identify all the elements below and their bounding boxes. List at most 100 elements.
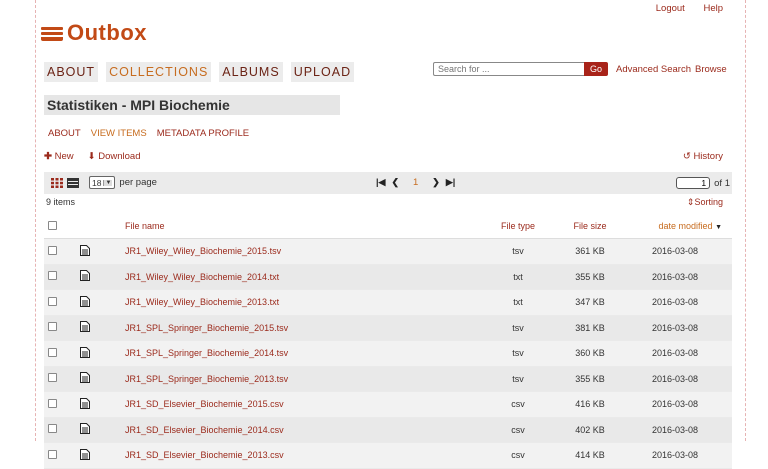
file-type-cell: txt bbox=[482, 289, 554, 316]
file-icon-cell bbox=[79, 366, 124, 392]
table-row[interactable]: JR1_SD_Elsevier_Biochemie_2013.csv csv 414… bbox=[44, 442, 732, 469]
file-size-cell: 416 KB bbox=[554, 391, 626, 418]
row-checkbox[interactable] bbox=[48, 245, 57, 255]
document-icon bbox=[80, 244, 90, 256]
table-row[interactable]: JR1_Wiley_Wiley_Biochemie_2015.tsv tsv 361… bbox=[44, 238, 732, 265]
header-date-modified[interactable]: date modified ▼ bbox=[626, 214, 732, 239]
main-nav: ABOUT COLLECTIONS ALBUMS UPLOAD bbox=[44, 62, 355, 82]
row-checkbox[interactable] bbox=[48, 424, 57, 434]
next-page-icon[interactable]: ❯ bbox=[432, 177, 440, 188]
document-icon bbox=[80, 423, 90, 435]
page-input[interactable] bbox=[676, 177, 711, 189]
table-row[interactable]: JR1_SD_Elsevier_Biochemie_2014.csv csv 402… bbox=[44, 417, 732, 443]
tab-metadata-profile[interactable]: METADATA PROFILE bbox=[157, 128, 249, 139]
row-checkbox-cell bbox=[44, 366, 79, 392]
row-checkbox[interactable] bbox=[48, 373, 57, 383]
file-size-cell: 355 KB bbox=[554, 366, 626, 392]
file-type-cell: csv bbox=[482, 442, 554, 469]
date-modified-cell: 2016-03-08 bbox=[626, 442, 732, 469]
new-button[interactable]: ✚ New bbox=[44, 151, 74, 162]
last-page-icon[interactable]: ▶| bbox=[446, 177, 455, 188]
file-name-link[interactable]: JR1_Wiley_Wiley_Biochemie_2015.tsv bbox=[125, 246, 281, 256]
file-type-cell: tsv bbox=[482, 315, 554, 341]
file-size-cell: 355 KB bbox=[554, 264, 626, 290]
per-page-select[interactable]: 18 ▼ bbox=[89, 176, 116, 189]
table-row[interactable]: JR1_SPL_Springer_Biochemie_2014.tsv tsv 36… bbox=[44, 340, 732, 367]
prev-page-icon[interactable]: ❮ bbox=[391, 177, 399, 188]
first-page-icon[interactable]: |◀ bbox=[376, 177, 385, 188]
list-toolbar: 18▼ per page |◀ ❮ 1 ❯ ▶| of 1 bbox=[44, 172, 732, 194]
select-all-checkbox[interactable] bbox=[48, 220, 57, 230]
date-modified-cell: 2016-03-08 bbox=[626, 391, 732, 418]
file-size-cell: 414 KB bbox=[554, 442, 626, 469]
download-button[interactable]: ⬇ Download bbox=[88, 151, 141, 162]
table-row[interactable]: JR1_SPL_Springer_Biochemie_2013.tsv tsv 35… bbox=[44, 366, 732, 392]
nav-upload[interactable]: UPLOAD bbox=[290, 62, 355, 82]
sorting-button[interactable]: ⇕Sorting bbox=[687, 197, 723, 208]
table-row[interactable]: JR1_Wiley_Wiley_Biochemie_2013.txt txt 347… bbox=[44, 289, 732, 316]
history-link[interactable]: ↺ History bbox=[683, 151, 723, 162]
row-checkbox[interactable] bbox=[48, 398, 57, 408]
tab-view-items[interactable]: VIEW ITEMS bbox=[91, 128, 147, 139]
file-size-cell: 360 KB bbox=[554, 340, 626, 367]
file-name-cell: JR1_SPL_Springer_Biochemie_2015.tsv bbox=[124, 315, 482, 341]
file-size-cell: 347 KB bbox=[554, 289, 626, 316]
row-checkbox-cell bbox=[44, 442, 79, 469]
logo-text: Outbox bbox=[67, 20, 147, 45]
nav-albums[interactable]: ALBUMS bbox=[219, 62, 283, 82]
row-checkbox-cell bbox=[44, 238, 79, 265]
advanced-search-link[interactable]: Advanced Search bbox=[616, 64, 691, 75]
file-type-cell: tsv bbox=[482, 238, 554, 265]
nav-about[interactable]: ABOUT bbox=[44, 62, 99, 82]
pagination: |◀ ❮ 1 ❯ ▶| bbox=[376, 177, 455, 188]
outbox-logo[interactable]: Outbox bbox=[40, 20, 147, 46]
file-name-link[interactable]: JR1_Wiley_Wiley_Biochemie_2014.txt bbox=[125, 272, 279, 282]
file-type-cell: csv bbox=[482, 391, 554, 418]
help-link[interactable]: Help bbox=[703, 3, 723, 14]
row-checkbox[interactable] bbox=[48, 449, 57, 459]
current-page-number[interactable]: 1 bbox=[413, 177, 418, 188]
search-go-button[interactable]: Go bbox=[584, 62, 609, 76]
logout-link[interactable]: Logout bbox=[656, 3, 685, 14]
document-icon bbox=[80, 270, 90, 282]
file-name-link[interactable]: JR1_SD_Elsevier_Biochemie_2015.csv bbox=[125, 399, 284, 409]
header-file-size[interactable]: File size bbox=[554, 214, 626, 239]
tab-about[interactable]: ABOUT bbox=[48, 128, 81, 139]
list-view-icon[interactable] bbox=[67, 178, 79, 188]
file-name-link[interactable]: JR1_SD_Elsevier_Biochemie_2014.csv bbox=[125, 425, 284, 435]
browse-link[interactable]: Browse bbox=[695, 64, 727, 75]
new-label: New bbox=[54, 151, 74, 162]
file-icon-cell bbox=[79, 264, 124, 290]
row-checkbox-cell bbox=[44, 289, 79, 316]
row-checkbox[interactable] bbox=[48, 296, 57, 306]
file-name-cell: JR1_SD_Elsevier_Biochemie_2015.csv bbox=[124, 391, 482, 418]
row-checkbox[interactable] bbox=[48, 322, 57, 332]
collection-actions: ✚ New ⬇ Download bbox=[44, 151, 140, 162]
row-checkbox-cell bbox=[44, 264, 79, 290]
page-container: Logout Help Outbox ABOUT COLLECTIONS ALB… bbox=[35, 0, 746, 469]
row-checkbox-cell bbox=[44, 340, 79, 367]
file-name-link[interactable]: JR1_Wiley_Wiley_Biochemie_2013.txt bbox=[125, 297, 279, 307]
file-icon-cell bbox=[79, 417, 124, 443]
nav-collections[interactable]: COLLECTIONS bbox=[106, 62, 212, 82]
file-name-cell: JR1_Wiley_Wiley_Biochemie_2014.txt bbox=[124, 264, 482, 290]
file-name-link[interactable]: JR1_SPL_Springer_Biochemie_2015.tsv bbox=[125, 323, 288, 333]
grid-view-icon[interactable] bbox=[51, 178, 63, 188]
header-file-type[interactable]: File type bbox=[482, 214, 554, 239]
row-checkbox[interactable] bbox=[48, 347, 57, 357]
search-input[interactable] bbox=[433, 62, 584, 76]
header-file-name[interactable]: File name bbox=[124, 214, 482, 239]
download-label: Download bbox=[98, 151, 141, 162]
table-row[interactable]: JR1_SPL_Springer_Biochemie_2015.tsv tsv 38… bbox=[44, 315, 732, 341]
file-name-cell: JR1_SD_Elsevier_Biochemie_2013.csv bbox=[124, 442, 482, 469]
row-checkbox[interactable] bbox=[48, 271, 57, 281]
file-name-link[interactable]: JR1_SD_Elsevier_Biochemie_2013.csv bbox=[125, 450, 284, 460]
file-name-link[interactable]: JR1_SPL_Springer_Biochemie_2014.tsv bbox=[125, 348, 288, 358]
table-row[interactable]: JR1_Wiley_Wiley_Biochemie_2014.txt txt 355… bbox=[44, 264, 732, 290]
sort-desc-icon: ▼ bbox=[715, 224, 722, 231]
file-name-link[interactable]: JR1_SPL_Springer_Biochemie_2013.tsv bbox=[125, 374, 288, 384]
table-row[interactable]: JR1_SD_Elsevier_Biochemie_2015.csv csv 416… bbox=[44, 391, 732, 418]
file-icon-cell bbox=[79, 315, 124, 341]
row-checkbox-cell bbox=[44, 391, 79, 418]
file-name-cell: JR1_Wiley_Wiley_Biochemie_2013.txt bbox=[124, 289, 482, 316]
